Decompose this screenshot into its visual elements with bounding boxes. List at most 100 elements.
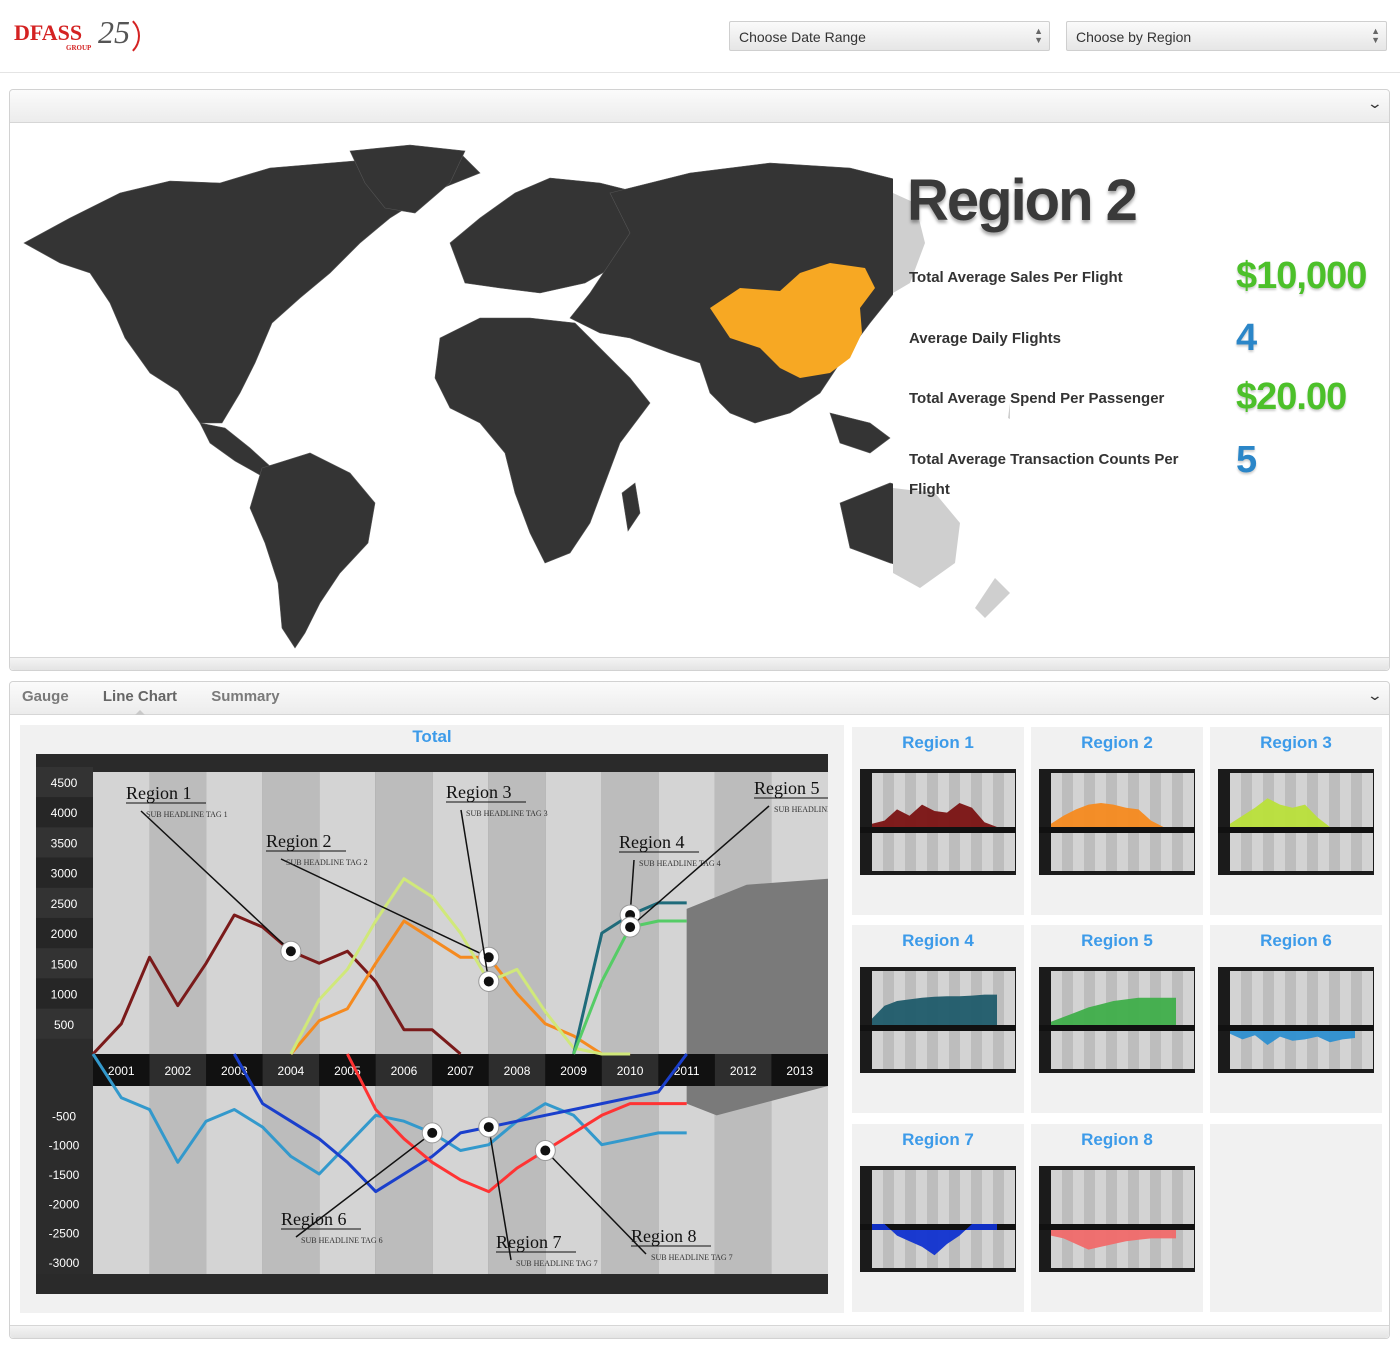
charts-panel-footer: [10, 1325, 1389, 1338]
grid-band: [93, 772, 150, 1054]
chart-tabs: Gauge Line Chart Summary: [22, 688, 310, 715]
mini-grid-band: [993, 773, 1004, 871]
y-tick-label: 3000: [51, 867, 78, 881]
annotation-marker-dot: [625, 922, 636, 933]
total-line-chart[interactable]: 2001 2002 2003 2004 2005 2006 2007 2008 2009 2010…: [36, 754, 828, 1294]
select-arrows-icon: ▲ ▼: [1034, 26, 1043, 45]
world-map[interactable]: [10, 123, 1010, 663]
mini-grid-band: [1161, 773, 1172, 871]
region-tile[interactable]: Region 5: [1031, 925, 1203, 1113]
brand-sub: GROUP: [66, 44, 92, 52]
mini-grid-band: [1183, 773, 1194, 871]
annotation-sub: SUB HEADLINE TAG 1: [146, 810, 228, 819]
anniversary-ring-icon: [96, 14, 140, 58]
tab-summary[interactable]: Summary: [211, 688, 279, 705]
annotation-sub: SUB HEADLINE TAG 7: [516, 1259, 598, 1268]
mini-grid-band: [1340, 971, 1351, 1069]
mini-grid-band: [1128, 1170, 1139, 1268]
y-tick-label: 2500: [51, 897, 78, 911]
mini-axis: [1218, 1025, 1374, 1031]
collapse-chevron-icon[interactable]: ⌄: [1367, 687, 1383, 704]
region-mini-chart: [860, 1166, 1016, 1272]
tab-line-chart[interactable]: Line Chart: [103, 688, 177, 715]
chart-top-strip: [36, 754, 828, 772]
mini-grid-band: [1172, 1170, 1183, 1268]
region-tile[interactable]: Region 3: [1210, 727, 1382, 915]
grid-band: [262, 1086, 320, 1274]
annotation-marker-dot: [540, 1145, 551, 1156]
y-tick-label: 1000: [51, 988, 78, 1002]
region-tile[interactable]: Region 4: [852, 925, 1024, 1113]
mini-grid-band: [1329, 773, 1340, 871]
tab-gauge[interactable]: Gauge: [22, 688, 69, 705]
region-select[interactable]: Choose by Region ▲ ▼: [1066, 21, 1387, 51]
mini-grid-band: [960, 1170, 971, 1268]
region-tile-title: Region 8: [1081, 1130, 1153, 1149]
map-panel: ⌄ Region 2 Total Average Sales Per Fligh…: [9, 89, 1390, 671]
forecast-area-positive: [686, 878, 828, 1054]
mini-grid-band: [1004, 773, 1015, 871]
mini-axis: [1039, 1224, 1195, 1230]
grid-band: [262, 772, 320, 1054]
mini-grid-band: [1084, 1170, 1095, 1268]
grid-band: [545, 772, 602, 1054]
annotation-label: Region 4: [619, 832, 685, 852]
region-mini-chart: [860, 967, 1016, 1073]
world-map-dark: [23, 144, 893, 649]
mini-grid-band: [1263, 971, 1274, 1069]
region-tile[interactable]: Region 6: [1210, 925, 1382, 1113]
mini-axis: [1039, 827, 1195, 833]
annotation-marker-dot: [483, 976, 494, 987]
mini-grid-band: [1329, 971, 1340, 1069]
mini-grid-band: [1106, 1170, 1117, 1268]
grid-band: [375, 772, 433, 1054]
mini-grid-band: [1351, 773, 1362, 871]
madagascar-shape: [621, 482, 641, 532]
mini-grid-band: [1004, 971, 1015, 1069]
y-tick-label: 500: [54, 1018, 74, 1032]
charts-panel-header: Gauge Line Chart Summary ⌄: [10, 682, 1389, 715]
region-mini-chart: [860, 769, 1016, 875]
x-tick-label: 2009: [560, 1064, 587, 1078]
annotation-sub: SUB HEADLINE TAG 4: [639, 859, 721, 868]
x-tick-label: 2002: [164, 1064, 191, 1078]
mini-axis: [1218, 827, 1374, 833]
region-mini-chart: [1218, 769, 1374, 875]
region-tile[interactable]: Region 8: [1031, 1124, 1203, 1312]
brand-name: DFASS: [14, 20, 83, 45]
region-tile[interactable]: Region 1: [852, 727, 1024, 915]
map-panel-header: ⌄: [10, 90, 1389, 123]
x-tick-label: 2004: [278, 1064, 305, 1078]
mini-grid-band: [1150, 1170, 1161, 1268]
annotation-label: Region 8: [631, 1226, 697, 1246]
annotation-label: Region 7: [496, 1232, 562, 1252]
annotation-label: Region 6: [281, 1209, 347, 1229]
mini-grid-band: [872, 1170, 883, 1268]
mini-grid-band: [1274, 971, 1285, 1069]
africa-shape: [434, 317, 651, 564]
collapse-chevron-icon[interactable]: ⌄: [1367, 95, 1383, 112]
mini-grid-band: [905, 1170, 916, 1268]
region-tile-title: Region 5: [1081, 931, 1153, 950]
mini-axis: [1039, 1025, 1195, 1031]
brand-logo[interactable]: DFASS GROUP 25: [14, 12, 144, 60]
region-mini-chart: [1039, 769, 1195, 875]
annotation-marker-dot: [285, 946, 296, 957]
mini-grid-band: [1351, 971, 1362, 1069]
mini-grid-band: [949, 1170, 960, 1268]
total-chart-title: Total: [412, 727, 452, 746]
map-panel-footer: [10, 657, 1389, 670]
mini-axis: [860, 827, 1016, 833]
region-tile-title: Region 4: [902, 931, 974, 950]
mini-grid-band: [1362, 971, 1373, 1069]
mini-grid-band: [993, 1170, 1004, 1268]
annotation-sub: SUB HEADLINE TAG 3: [466, 809, 548, 818]
select-arrows-icon: ▲ ▼: [1371, 26, 1380, 45]
grid-band: [771, 1086, 828, 1274]
region-tile[interactable]: Region 7: [852, 1124, 1024, 1312]
date-range-select[interactable]: Choose Date Range ▲ ▼: [729, 21, 1050, 51]
x-tick-label: 2012: [730, 1064, 757, 1078]
annotation-label: Region 2: [266, 831, 332, 851]
date-range-select-label: Choose Date Range: [739, 29, 866, 45]
region-tile[interactable]: Region 2: [1031, 727, 1203, 915]
